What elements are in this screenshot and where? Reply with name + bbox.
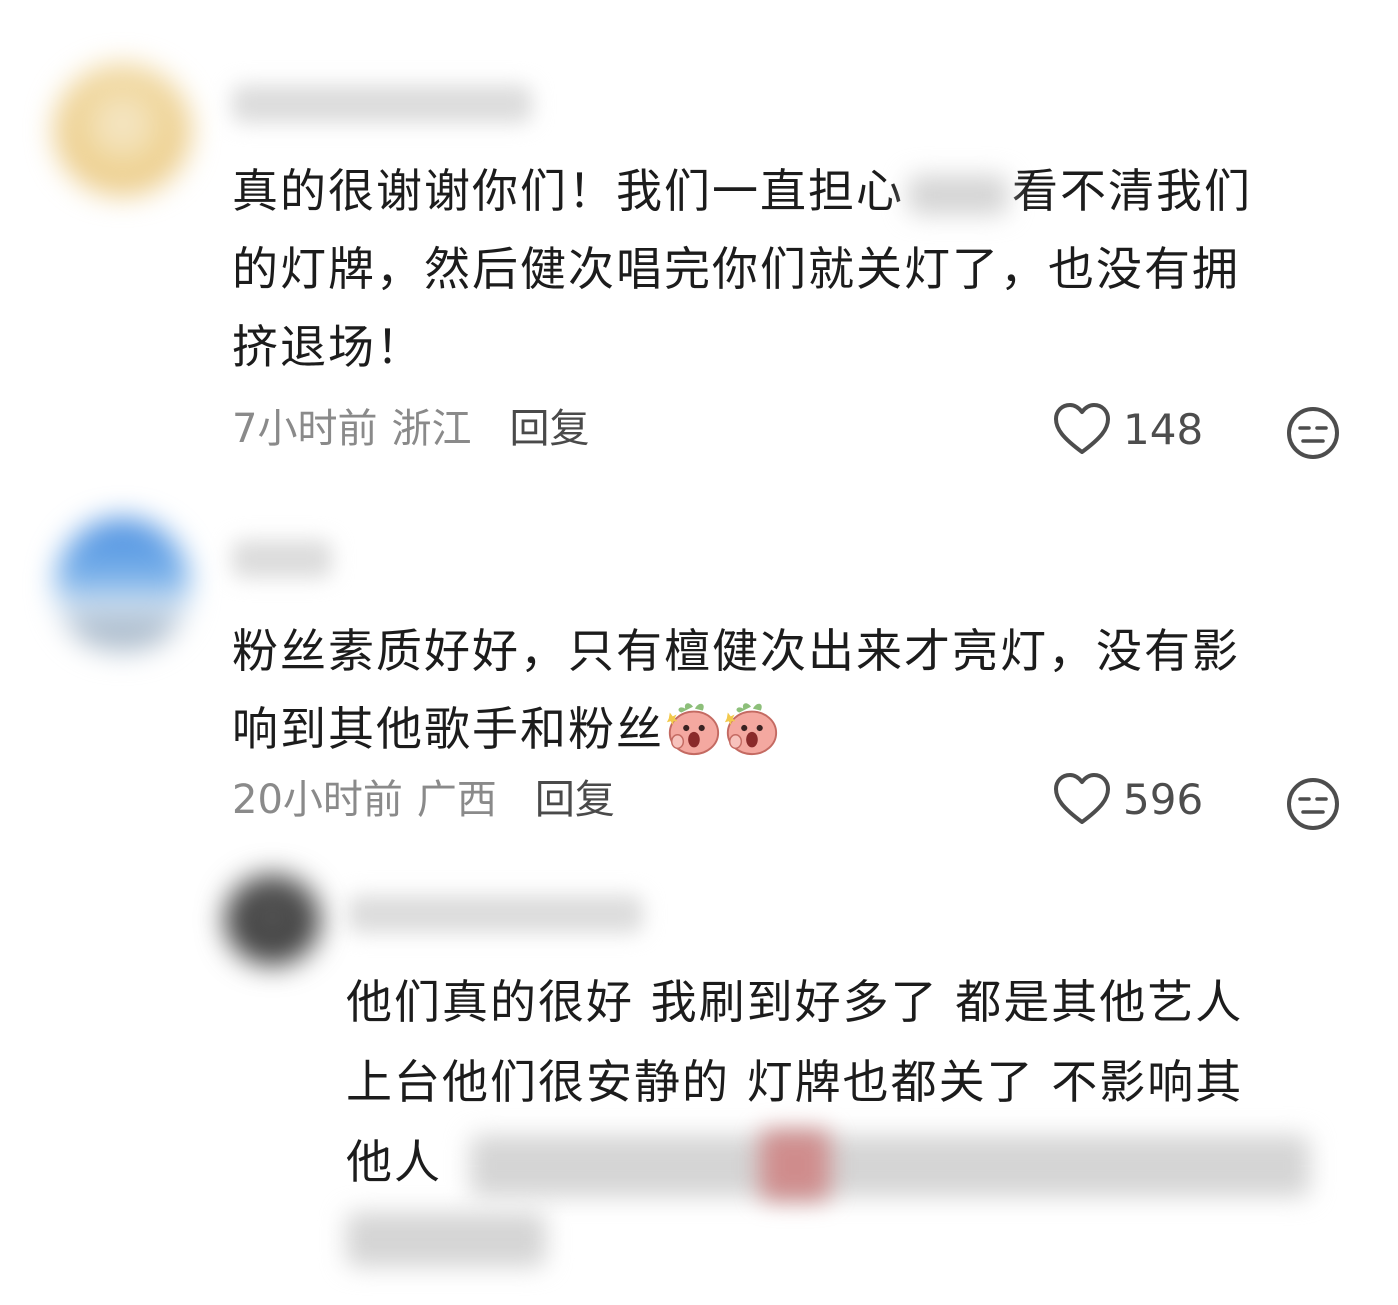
redacted-text — [346, 1212, 546, 1267]
redacted-text — [470, 1135, 1310, 1197]
comment-text-line: 上台他们很安静的 灯牌也都关了 不影响其 — [346, 1055, 1244, 1109]
reply-item: 他们真的很好 我刷到好多了 都是其他艺人 上台他们很安静的 灯牌也都关了 不影响… — [0, 0, 1398, 1305]
comment-list: 真的很谢谢你们！我们一直担心 看不清我们 的灯牌，然后健次唱完你们就关灯了，也没有… — [0, 0, 1398, 1305]
username-blurred[interactable] — [348, 895, 643, 933]
avatar[interactable] — [225, 875, 320, 965]
comment-text-line: 他人 — [346, 1135, 442, 1189]
comment-text-line: 他们真的很好 我刷到好多了 都是其他艺人 — [346, 975, 1244, 1029]
redacted-text — [760, 1130, 830, 1200]
